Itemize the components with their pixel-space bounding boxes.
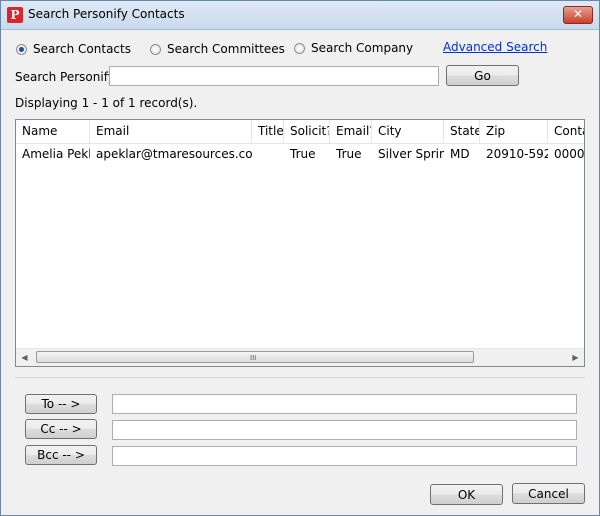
radio-unselected-icon [150, 43, 161, 55]
record-count-status: Displaying 1 - 1 of 1 record(s). [15, 96, 198, 110]
window-title: Search Personify Contacts [28, 7, 185, 21]
column-header-title[interactable]: Title [252, 120, 284, 143]
cc-field[interactable] [112, 420, 577, 440]
search-label: Search Personify: [15, 70, 118, 84]
radio-search-company[interactable]: Search Company [294, 41, 413, 55]
column-header-name[interactable]: Name [16, 120, 90, 143]
column-header-email[interactable]: Email [90, 120, 252, 143]
column-header-city[interactable]: City [372, 120, 444, 143]
radio-search-contacts[interactable]: Search Contacts [16, 42, 131, 56]
scroll-thumb[interactable]: III [36, 351, 474, 363]
radio-label: Search Committees [167, 42, 285, 56]
column-header-solicit[interactable]: Solicit? [284, 120, 330, 143]
column-header-contact-id[interactable]: Contact I [548, 120, 584, 143]
cell-state: MD [450, 147, 470, 161]
to-button[interactable]: To -- > [25, 394, 97, 414]
cell-contact-id: 00000000 [554, 147, 585, 161]
cell-zip: 20910-5928 [486, 147, 548, 161]
cell-name: Amelia Peklar [22, 147, 90, 161]
radio-label: Search Contacts [33, 42, 131, 56]
close-button[interactable]: ✕ [563, 6, 593, 24]
column-header-state[interactable]: State [444, 120, 480, 143]
cc-button[interactable]: Cc -- > [25, 419, 97, 439]
to-field[interactable] [112, 394, 577, 414]
app-icon: P [7, 7, 23, 23]
column-header-zip[interactable]: Zip [480, 120, 548, 143]
radio-selected-icon [16, 43, 27, 55]
cell-solicit: True [290, 147, 316, 161]
cancel-button[interactable]: Cancel [512, 483, 585, 504]
divider [15, 377, 585, 378]
cell-email-flag: True [336, 147, 362, 161]
cell-city: Silver Spring [378, 147, 444, 161]
scroll-right-icon[interactable]: ▶ [567, 349, 584, 366]
radio-unselected-icon [294, 42, 305, 54]
cell-email: apeklar@tmaresources.com [96, 147, 252, 161]
bcc-button[interactable]: Bcc -- > [25, 445, 97, 465]
cell-title [252, 144, 284, 164]
horizontal-scrollbar[interactable]: ◀ III ▶ [16, 348, 584, 366]
results-grid[interactable]: Name Email Title Solicit? Email? City St… [15, 119, 585, 367]
go-button[interactable]: Go [446, 65, 519, 86]
table-row[interactable]: Amelia Peklar apeklar@tmaresources.com T… [16, 144, 584, 164]
scroll-grip: III [250, 354, 257, 362]
dialog-window: P Search Personify Contacts ✕ Search Con… [0, 0, 600, 516]
bcc-field[interactable] [112, 446, 577, 466]
advanced-search-link[interactable]: Advanced Search [443, 40, 547, 54]
grid-header: Name Email Title Solicit? Email? City St… [16, 120, 584, 144]
radio-label: Search Company [311, 41, 414, 55]
ok-button[interactable]: OK [430, 484, 503, 505]
title-bar: P Search Personify Contacts ✕ [1, 1, 599, 30]
radio-search-committees[interactable]: Search Committees [150, 42, 285, 56]
column-header-email-flag[interactable]: Email? [330, 120, 372, 143]
scroll-left-icon[interactable]: ◀ [16, 349, 33, 366]
search-input[interactable] [109, 66, 439, 86]
